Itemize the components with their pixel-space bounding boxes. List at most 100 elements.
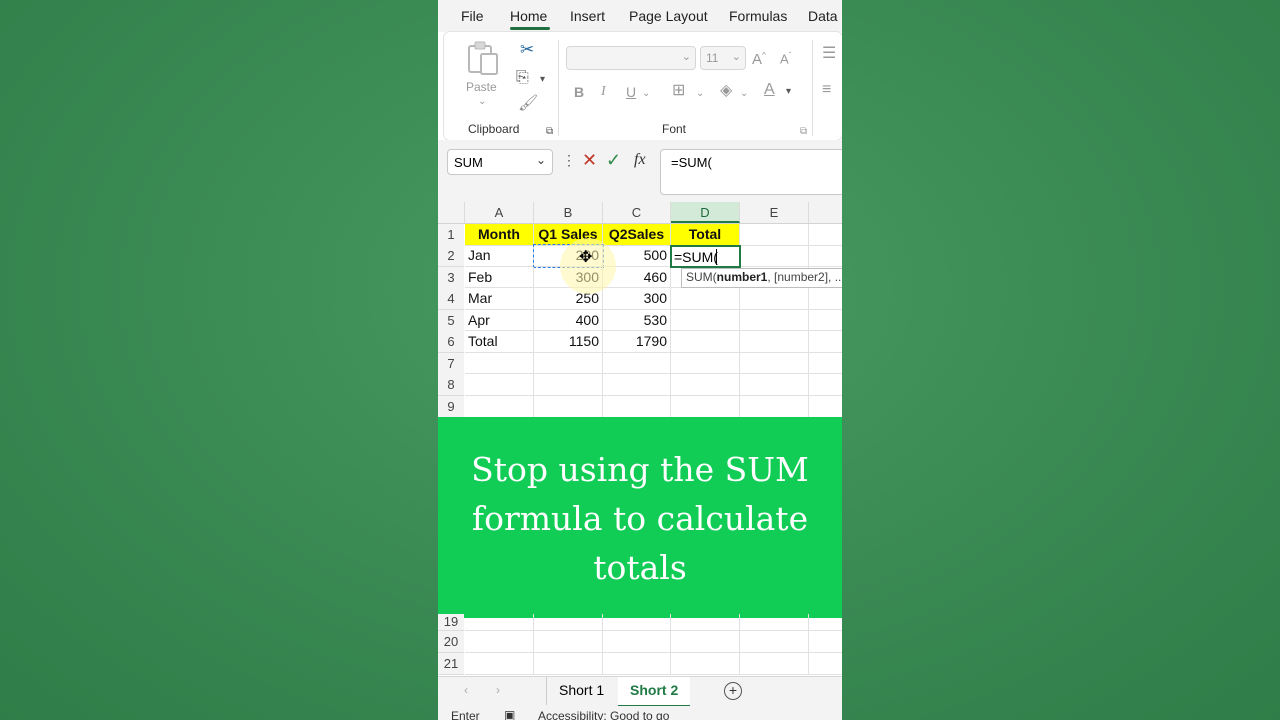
empty-cell[interactable] [809, 614, 842, 631]
cancel-icon[interactable]: ✕ [582, 150, 597, 171]
empty-cell[interactable] [809, 288, 842, 310]
empty-cell[interactable] [603, 353, 671, 374]
column-header-e[interactable]: E [740, 202, 809, 223]
row-header-3[interactable]: 3 [438, 267, 464, 289]
empty-cell[interactable] [465, 396, 534, 418]
enter-icon[interactable]: ✓ [606, 150, 621, 171]
empty-cell[interactable] [465, 614, 534, 631]
bold-button[interactable]: B [574, 84, 584, 100]
empty-cell[interactable] [465, 353, 534, 374]
dialog-launcher-icon[interactable]: ⧉ [800, 124, 807, 140]
row-header-1[interactable]: 1 [438, 224, 464, 246]
chevron-down-icon[interactable]: ⌄ [642, 86, 650, 102]
font-color-icon[interactable]: A [764, 82, 775, 98]
empty-cell[interactable] [603, 374, 671, 396]
cell-q2-row-6[interactable]: 1790 [603, 331, 671, 353]
row-header-2[interactable]: 2 [438, 245, 464, 267]
empty-cell[interactable] [534, 614, 603, 631]
tab-file[interactable]: File [461, 8, 484, 24]
empty-cell[interactable] [671, 653, 740, 675]
empty-cell[interactable] [740, 288, 809, 310]
header-cell-q2-sales[interactable]: Q2Sales [603, 224, 671, 246]
tab-data[interactable]: Data [808, 8, 838, 24]
empty-cell[interactable] [740, 396, 809, 418]
empty-cell[interactable] [740, 631, 809, 653]
row-header-7[interactable]: 7 [438, 353, 464, 375]
column-header-d[interactable]: D [671, 202, 740, 223]
cell-q2-row-4[interactable]: 300 [603, 288, 671, 310]
scroll-right-icon[interactable]: › [496, 683, 500, 697]
empty-cell[interactable] [671, 631, 740, 653]
format-painter-icon[interactable]: 🖌 [518, 96, 538, 112]
column-header-a[interactable]: A [465, 202, 534, 223]
tab-insert[interactable]: Insert [570, 8, 605, 24]
empty-cell[interactable] [809, 224, 842, 246]
font-name-dropdown[interactable]: ⌄ [566, 46, 696, 70]
empty-cell[interactable] [465, 374, 534, 396]
accessibility-icon[interactable]: ▣ [504, 708, 515, 720]
empty-cell[interactable] [740, 331, 809, 353]
row-header-20[interactable]: 20 [438, 631, 464, 653]
cell-month-row-5[interactable]: Apr [465, 310, 534, 331]
fill-color-icon[interactable]: ◈ [720, 83, 732, 99]
header-cell-month[interactable]: Month [465, 224, 534, 246]
empty-cell[interactable] [671, 331, 740, 353]
empty-cell[interactable] [603, 653, 671, 675]
empty-cell[interactable] [671, 396, 740, 418]
chevron-down-icon[interactable]: ⌄ [696, 86, 704, 102]
empty-cell[interactable] [671, 353, 740, 374]
empty-cell[interactable] [671, 614, 740, 631]
chevron-down-icon[interactable]: ▾ [540, 72, 545, 88]
row-header-9[interactable]: 9 [438, 396, 464, 418]
empty-cell[interactable] [740, 224, 809, 246]
column-header-b[interactable]: B [534, 202, 603, 223]
copy-icon[interactable]: ⎘ [516, 70, 529, 86]
empty-cell[interactable] [603, 631, 671, 653]
italic-button[interactable]: I [601, 84, 606, 100]
scroll-left-icon[interactable]: ‹ [464, 683, 468, 697]
empty-cell[interactable] [534, 396, 603, 418]
row-header-8[interactable]: 8 [438, 374, 464, 396]
font-size-dropdown[interactable]: 11 ⌄ [700, 46, 746, 70]
empty-cell[interactable] [740, 353, 809, 374]
decrease-font-size-icon[interactable]: Aˇ [780, 48, 791, 67]
empty-cell[interactable] [809, 353, 842, 374]
empty-cell[interactable] [740, 310, 809, 331]
tab-formulas[interactable]: Formulas [729, 8, 787, 24]
active-cell-d2[interactable]: =SUM( [670, 245, 741, 268]
empty-cell[interactable] [740, 614, 809, 631]
empty-cell[interactable] [671, 310, 740, 331]
cell-q2-row-5[interactable]: 530 [603, 310, 671, 331]
sheet-tab-short-2[interactable]: Short 2 [618, 677, 691, 707]
empty-cell[interactable] [671, 374, 740, 396]
empty-cell[interactable] [740, 245, 809, 267]
empty-cell[interactable] [809, 396, 842, 418]
tab-page-layout[interactable]: Page Layout [629, 8, 708, 24]
empty-cell[interactable] [740, 653, 809, 675]
cell-q1-row-6[interactable]: 1150 [534, 331, 603, 353]
chevron-down-icon[interactable]: ⌄ [740, 86, 748, 102]
row-header-4[interactable]: 4 [438, 288, 464, 310]
empty-cell[interactable] [809, 310, 842, 331]
empty-cell[interactable] [809, 374, 842, 396]
cell-month-row-3[interactable]: Feb [465, 267, 534, 288]
row-header-19[interactable]: 19 [438, 614, 464, 631]
chevron-down-icon[interactable]: ▾ [786, 84, 791, 100]
empty-cell[interactable] [603, 614, 671, 631]
column-header-f[interactable]: F [809, 202, 842, 223]
name-box[interactable]: SUM ⌄ [447, 149, 553, 175]
row-header-5[interactable]: 5 [438, 310, 464, 332]
align-left-icon[interactable]: ≡ [822, 82, 831, 98]
row-header-6[interactable]: 6 [438, 331, 464, 353]
empty-cell[interactable] [809, 631, 842, 653]
empty-cell[interactable] [534, 374, 603, 396]
align-top-icon[interactable]: ☰ [822, 46, 836, 62]
cell-month-row-6[interactable]: Total [465, 331, 534, 353]
add-sheet-button[interactable]: + [724, 682, 742, 700]
column-header-c[interactable]: C [603, 202, 671, 223]
accessibility-status[interactable]: Accessibility: Good to go [538, 709, 669, 720]
empty-cell[interactable] [671, 288, 740, 310]
formula-input[interactable]: =SUM( [660, 149, 842, 195]
underline-button[interactable]: U [626, 84, 636, 100]
empty-cell[interactable] [809, 331, 842, 353]
